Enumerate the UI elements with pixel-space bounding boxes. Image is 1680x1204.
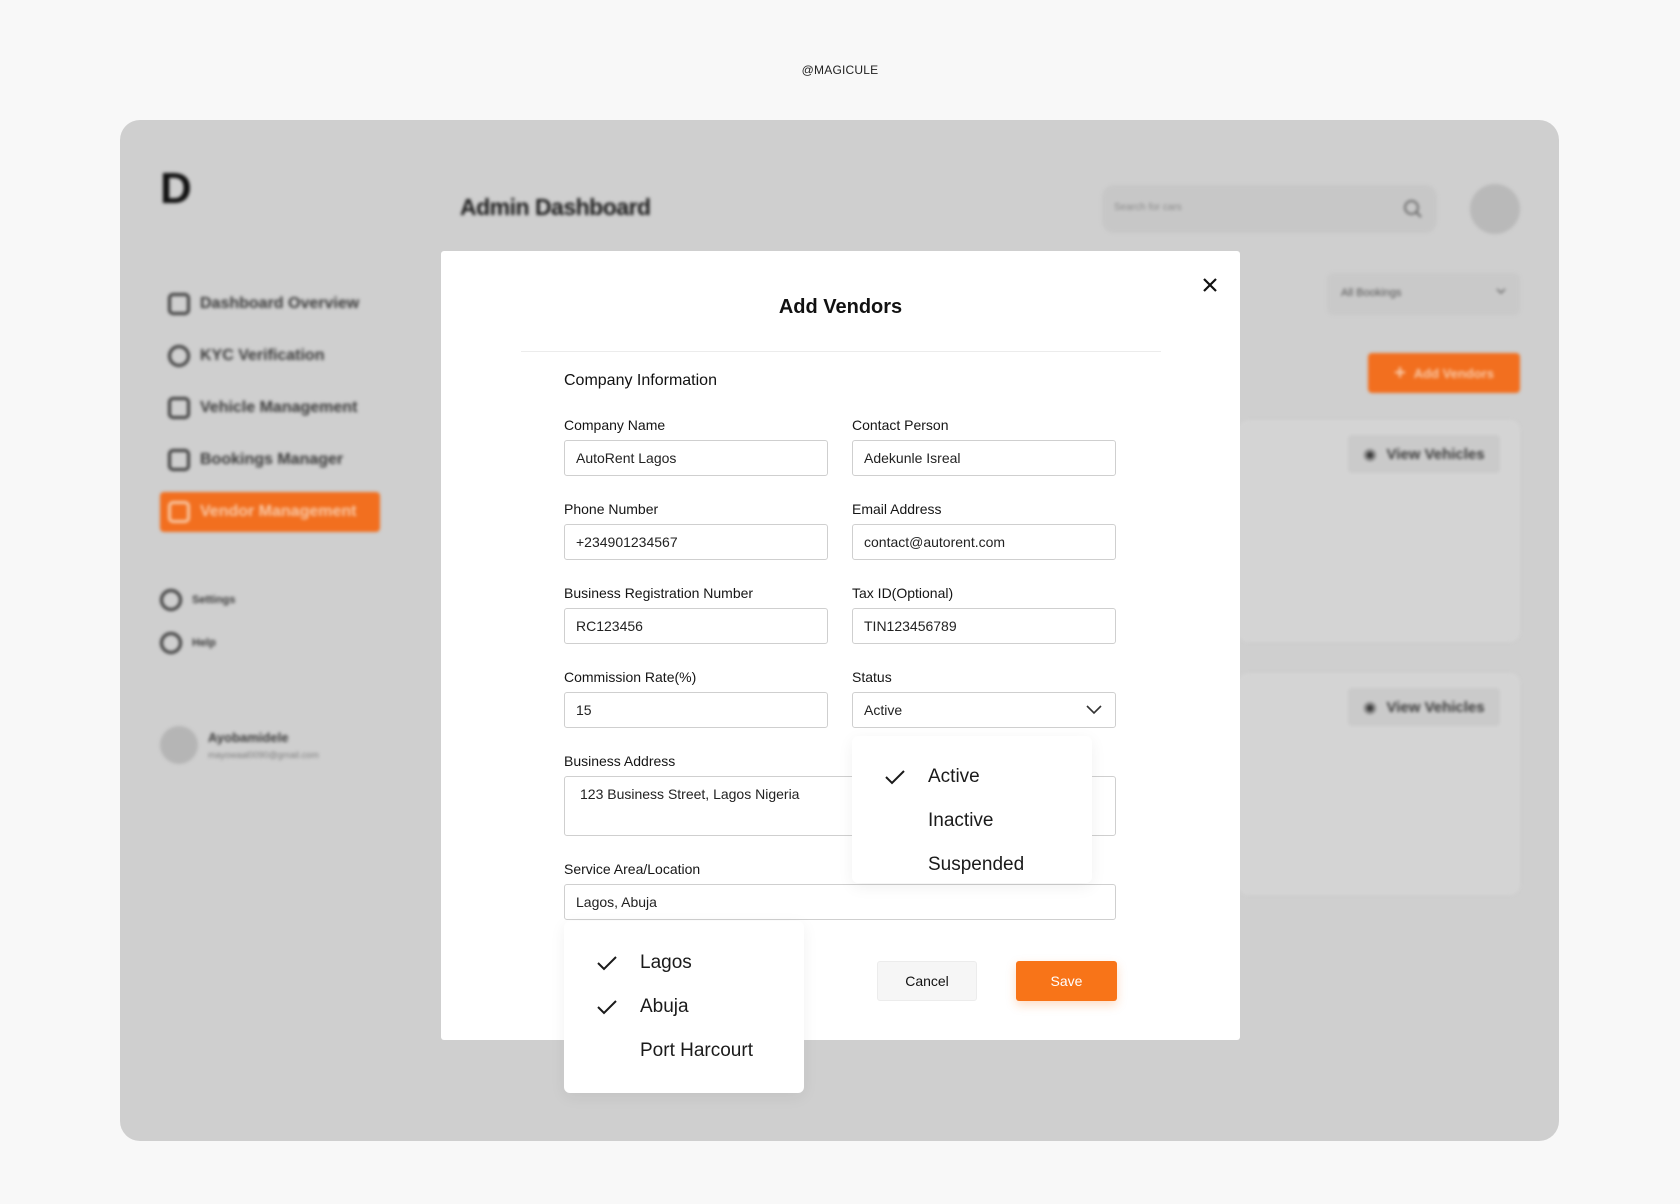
- chevron-down-icon: [1496, 288, 1506, 295]
- registration-number-label: Business Registration Number: [564, 585, 754, 601]
- car-icon: [168, 397, 190, 419]
- add-vendors-modal: Add Vendors Company Information Company …: [441, 251, 1240, 1093]
- sidebar-item-bookings-manager[interactable]: Bookings Manager: [160, 440, 380, 480]
- option-label: Suspended: [928, 854, 1025, 875]
- view-vehicles-button[interactable]: ◉ View Vehicles: [1348, 435, 1500, 473]
- option-label: Active: [928, 766, 980, 787]
- cancel-button[interactable]: Cancel: [877, 961, 977, 1001]
- eye-icon: ◉: [1363, 446, 1377, 463]
- location-option-port-harcourt[interactable]: Port Harcourt: [564, 1036, 804, 1066]
- page-title: Admin Dashboard: [460, 194, 651, 220]
- phone-number-label: Phone Number: [564, 501, 659, 517]
- building-icon: [168, 501, 190, 523]
- email-address-label: Email Address: [852, 501, 942, 517]
- email-field[interactable]: contact@autorent.com: [852, 524, 1116, 560]
- location-option-lagos[interactable]: Lagos: [564, 948, 804, 978]
- location-option-abuja[interactable]: Abuja: [564, 992, 804, 1022]
- user-icon: [168, 345, 190, 367]
- view-vehicles-button[interactable]: ◉ View Vehicles: [1348, 688, 1500, 726]
- avatar[interactable]: [1470, 184, 1520, 234]
- add-vendors-label: Add Vendors: [1413, 365, 1494, 381]
- avatar: [160, 726, 198, 764]
- bookings-filter-select[interactable]: All Bookings: [1327, 273, 1520, 315]
- grid-icon: [168, 293, 190, 315]
- sidebar-item-label: Vehicle Management: [200, 399, 358, 416]
- gear-icon: [160, 589, 182, 611]
- app-logo: D: [160, 164, 192, 213]
- company-name-label: Company Name: [564, 417, 666, 433]
- status-option-active[interactable]: Active: [852, 762, 1092, 792]
- option-label: Abuja: [640, 996, 689, 1017]
- sidebar-item-vendor-management[interactable]: Vendor Management: [160, 492, 380, 532]
- status-option-suspended[interactable]: Suspended: [852, 850, 1092, 880]
- user-name: Ayobamidele: [208, 730, 289, 745]
- service-area-field[interactable]: Lagos, Abuja: [564, 884, 1116, 920]
- section-heading: Company Information: [564, 372, 717, 389]
- user-profile[interactable]: Ayobamidele mayowaal0090@gmail.com: [160, 726, 319, 764]
- sidebar-item-settings[interactable]: Settings: [160, 589, 235, 611]
- sidebar-item-label: Help: [192, 637, 216, 649]
- save-button[interactable]: Save: [1016, 961, 1117, 1001]
- checkmark-icon: [597, 1000, 617, 1015]
- view-vehicles-label: View Vehicles: [1386, 698, 1485, 716]
- view-vehicles-label: View Vehicles: [1386, 445, 1485, 463]
- eye-icon: ◉: [1363, 699, 1377, 716]
- search-placeholder: Search for cars: [1114, 202, 1182, 213]
- status-dropdown: Active Inactive Suspended: [852, 736, 1092, 883]
- sidebar-item-label: Bookings Manager: [200, 451, 344, 468]
- filter-value: All Bookings: [1341, 287, 1402, 299]
- contact-person-label: Contact Person: [852, 417, 949, 433]
- search-icon: [1404, 200, 1422, 218]
- help-icon: [160, 632, 182, 654]
- option-label: Lagos: [640, 952, 692, 973]
- option-label: Inactive: [928, 810, 994, 831]
- chevron-down-icon: [1086, 705, 1102, 715]
- calendar-icon: [168, 449, 190, 471]
- status-value: Active: [864, 702, 903, 718]
- option-label: Port Harcourt: [640, 1040, 753, 1061]
- checkmark-icon: [885, 770, 905, 785]
- contact-person-field[interactable]: Adekunle Isreal: [852, 440, 1116, 476]
- status-select[interactable]: Active: [852, 692, 1116, 728]
- phone-number-field[interactable]: +234901234567: [564, 524, 828, 560]
- status-label: Status: [852, 669, 892, 685]
- add-vendors-button[interactable]: + Add Vendors: [1368, 353, 1520, 393]
- credit-text: @MAGICULE: [801, 63, 879, 77]
- sidebar-item-label: Vendor Management: [200, 503, 357, 520]
- search-bar[interactable]: Search for cars: [1102, 185, 1437, 233]
- sidebar-item-help[interactable]: Help: [160, 632, 216, 654]
- commission-rate-label: Commission Rate(%): [564, 669, 697, 685]
- plus-icon: +: [1394, 361, 1406, 384]
- business-address-label: Business Address: [564, 753, 676, 769]
- user-email: mayowaal0090@gmail.com: [208, 750, 319, 760]
- tax-id-label: Tax ID(Optional): [852, 585, 954, 601]
- modal-title: Add Vendors: [778, 296, 903, 318]
- sidebar-item-vehicle-management[interactable]: Vehicle Management: [160, 388, 380, 428]
- registration-number-field[interactable]: RC123456: [564, 608, 828, 644]
- vendor-card: ◉ View Vehicles: [1238, 420, 1520, 642]
- sidebar-item-label: KYC Verification: [200, 347, 325, 364]
- sidebar-item-label: Settings: [192, 594, 236, 606]
- tax-id-field[interactable]: TIN123456789: [852, 608, 1116, 644]
- close-icon[interactable]: [1198, 273, 1222, 297]
- divider: [521, 351, 1161, 352]
- service-area-label: Service Area/Location: [564, 861, 701, 877]
- sidebar-item-kyc-verification[interactable]: KYC Verification: [160, 336, 380, 376]
- company-name-field[interactable]: AutoRent Lagos: [564, 440, 828, 476]
- location-dropdown: Lagos Abuja Port Harcourt: [564, 921, 804, 1093]
- sidebar-item-dashboard-overview[interactable]: Dashboard Overview: [160, 284, 380, 324]
- vendor-card: ◉ View Vehicles: [1238, 673, 1520, 895]
- status-option-inactive[interactable]: Inactive: [852, 806, 1092, 836]
- checkmark-icon: [597, 956, 617, 971]
- sidebar-item-label: Dashboard Overview: [200, 295, 360, 312]
- commission-rate-field[interactable]: 15: [564, 692, 828, 728]
